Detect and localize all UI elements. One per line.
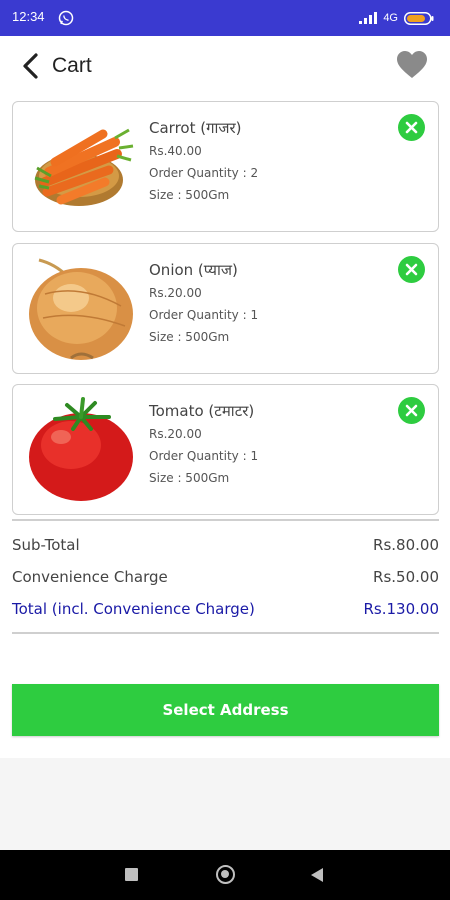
status-time: 12:34 <box>12 9 45 24</box>
item-name: Carrot (गाजर) <box>149 119 242 137</box>
subtotal-value: Rs.80.00 <box>373 536 439 554</box>
onion-image <box>29 258 133 360</box>
item-quantity: Order Quantity : 2 <box>149 166 259 180</box>
subtotal-label: Sub-Total <box>12 536 80 554</box>
item-quantity: Order Quantity : 1 <box>149 449 259 463</box>
convenience-label: Convenience Charge <box>12 568 168 586</box>
total-label: Total (incl. Convenience Charge) <box>12 600 255 618</box>
cart-item-card: Tomato (टमाटर) Rs.20.00 Order Quantity :… <box>12 384 439 515</box>
home-icon[interactable] <box>216 865 235 884</box>
carrot-image <box>34 128 134 206</box>
signal-icon <box>359 12 378 24</box>
back-triangle-icon[interactable] <box>310 867 324 883</box>
item-size: Size : 500Gm <box>149 330 230 344</box>
item-name: Onion (प्याज) <box>149 261 238 279</box>
battery-icon <box>404 11 434 25</box>
cart-item-card: Carrot (गाजर) Rs.40.00 Order Quantity : … <box>12 101 439 232</box>
cart-item-card: Onion (प्याज) Rs.20.00 Order Quantity : … <box>12 243 439 374</box>
recents-icon[interactable] <box>125 868 138 881</box>
network-label: 4G <box>383 12 398 24</box>
item-quantity: Order Quantity : 1 <box>149 308 259 322</box>
heart-icon[interactable] <box>396 50 428 80</box>
remove-item-button[interactable] <box>398 114 425 141</box>
total-row: Total (incl. Convenience Charge) Rs.130.… <box>12 600 439 624</box>
total-value: Rs.130.00 <box>363 600 440 618</box>
whatsapp-icon <box>58 10 74 26</box>
subtotal-row: Sub-Total Rs.80.00 <box>12 536 439 560</box>
system-nav-bar <box>0 850 450 900</box>
item-price: Rs.20.00 <box>149 286 202 300</box>
convenience-row: Convenience Charge Rs.50.00 <box>12 568 439 592</box>
summary-divider-bottom <box>12 632 439 634</box>
cart-screen: Cart Carrot (गाजर) Rs.40.00 Order Quanti… <box>0 36 450 758</box>
item-price: Rs.20.00 <box>149 427 202 441</box>
page-title: Cart <box>52 54 92 77</box>
tomato-image <box>29 397 133 501</box>
convenience-value: Rs.50.00 <box>373 568 439 586</box>
remove-item-button[interactable] <box>398 397 425 424</box>
select-address-button[interactable]: Select Address <box>12 684 439 736</box>
remove-item-button[interactable] <box>398 256 425 283</box>
item-size: Size : 500Gm <box>149 471 230 485</box>
item-price: Rs.40.00 <box>149 144 202 158</box>
close-icon <box>405 121 418 134</box>
status-bar: 12:34 4G <box>0 0 450 36</box>
close-icon <box>405 263 418 276</box>
app-header: Cart <box>0 36 450 98</box>
summary-divider-top <box>12 519 439 521</box>
item-name: Tomato (टमाटर) <box>149 402 255 420</box>
back-chevron-icon[interactable] <box>20 52 42 80</box>
close-icon <box>405 404 418 417</box>
item-size: Size : 500Gm <box>149 188 230 202</box>
